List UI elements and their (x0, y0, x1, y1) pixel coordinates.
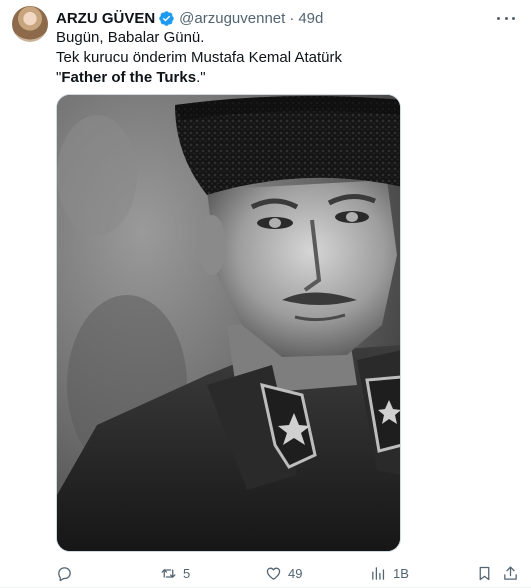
tweet-text-quote-line: "Father of the Turks." (56, 68, 516, 88)
separator-dot: · (289, 9, 295, 27)
bookmark-icon (479, 566, 490, 580)
repost-count: 5 (183, 565, 191, 581)
like-icon (266, 567, 281, 580)
verified-badge-icon (158, 10, 175, 27)
tweet-text: Bugün, Babalar Günü. Tek kurucu önderim … (56, 28, 516, 88)
share-button[interactable] (502, 562, 519, 584)
views-button[interactable]: 1B (370, 562, 409, 584)
quote-bold-text: Father of the Turks (61, 69, 197, 86)
tweet-image[interactable] (56, 94, 401, 552)
reply-button[interactable] (56, 562, 79, 584)
author-name[interactable]: ARZU GÜVEN (56, 10, 155, 27)
share-icon (504, 565, 517, 580)
tweet-header: ARZU GÜVEN @arzuguvennet · 49d (56, 8, 323, 28)
timestamp[interactable]: 49d (298, 10, 323, 27)
like-count: 49 (288, 565, 303, 581)
reply-icon (58, 566, 71, 581)
views-count: 1B (393, 565, 409, 581)
action-bar: 5 49 1B (56, 562, 519, 584)
tweet-text-line: Bugün, Babalar Günü. (56, 29, 205, 46)
more-dots-icon[interactable] (495, 10, 517, 26)
bookmark-button[interactable] (476, 562, 493, 584)
like-button[interactable]: 49 (265, 562, 302, 584)
avatar[interactable] (12, 6, 48, 42)
repost-button[interactable]: 5 (160, 562, 190, 584)
author-handle[interactable]: @arzuguvennet (179, 10, 285, 27)
repost-icon (161, 568, 176, 578)
views-icon (372, 566, 385, 580)
tweet[interactable]: ARZU GÜVEN @arzuguvennet · 49d Bugün, Ba… (0, 0, 531, 588)
tweet-text-line: Tek kurucu önderim Mustafa Kemal Atatürk (56, 49, 342, 66)
quote-close: ." (196, 69, 206, 86)
